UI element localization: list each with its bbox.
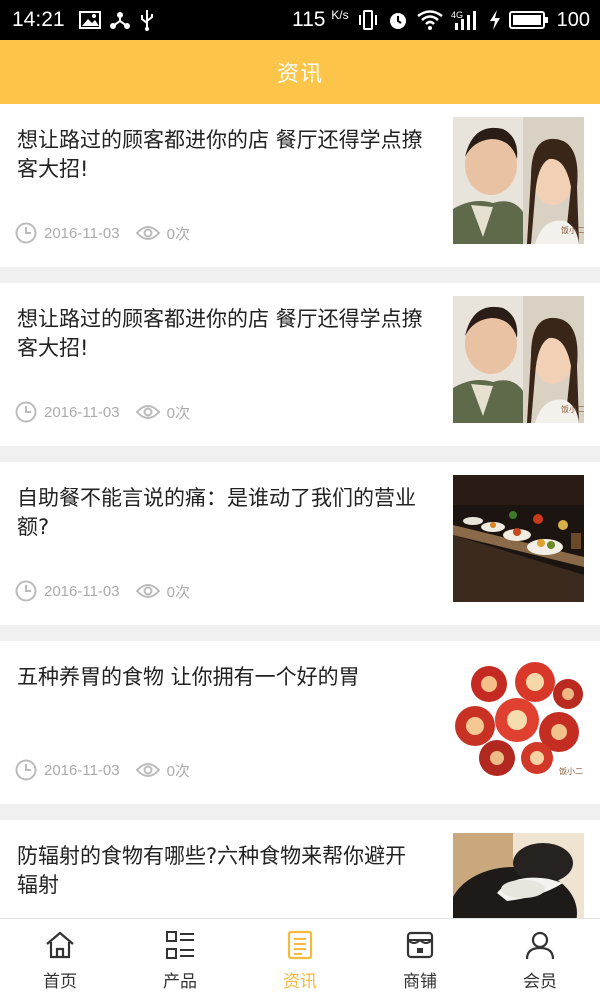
tab-label: 资讯 [283, 972, 317, 992]
tab-news[interactable]: 资讯 [240, 919, 360, 1000]
tab-stores[interactable]: 商铺 [360, 919, 480, 1000]
news-views: 0次 [166, 762, 190, 780]
svg-text:饭小二: 饭小二 [561, 404, 584, 414]
news-title: 五种养胃的食物 让你拥有一个好的胃 [17, 665, 360, 689]
news-icon [287, 930, 313, 960]
news-item[interactable]: 想让路过的顾客都进你的店 餐厅还得学点撩客大招! 2016-11-03 0次 饭… [0, 104, 600, 267]
charging-icon [489, 10, 501, 30]
network-speed: 115 K/s [291, 8, 349, 31]
bottom-tab-bar: 首页 产品 资讯 商铺 会员 [0, 918, 600, 1000]
store-icon [406, 931, 434, 959]
tab-products[interactable]: 产品 [120, 919, 240, 1000]
news-list[interactable]: 想让路过的顾客都进你的店 餐厅还得学点撩客大招! 2016-11-03 0次 饭… [0, 104, 600, 918]
news-date: 2016-11-03 [44, 403, 120, 421]
buffet-photo[interactable] [453, 475, 584, 602]
eye-icon [135, 584, 160, 598]
status-time: 14:21 [12, 8, 65, 31]
home-icon [46, 931, 74, 959]
svg-text:饭小二: 饭小二 [561, 225, 584, 235]
svg-text:饭小二: 饭小二 [559, 766, 583, 776]
tab-home[interactable]: 首页 [0, 919, 120, 1000]
couple-photo[interactable]: 饭小二 [453, 296, 584, 423]
tab-label: 产品 [163, 972, 197, 992]
usb-icon [139, 9, 155, 31]
news-title: 想让路过的顾客都进你的店 餐厅还得学点撩客大招! [17, 128, 423, 181]
svg-text:4G: 4G [451, 10, 463, 20]
news-views: 0次 [166, 583, 190, 601]
eye-icon [135, 405, 160, 419]
image-notification-icon [78, 11, 101, 29]
hawthorn-photo[interactable]: 饭小二 [453, 654, 584, 781]
status-bar: 14:21 115 K/s 4G 100 [0, 0, 600, 40]
page-title: 资讯 [276, 62, 323, 87]
sesame-photo[interactable] [453, 833, 584, 918]
tab-member[interactable]: 会员 [480, 919, 600, 1000]
news-item[interactable]: 想让路过的顾客都进你的店 餐厅还得学点撩客大招! 2016-11-03 0次 饭… [0, 283, 600, 446]
page-header: 资讯 [0, 40, 600, 104]
news-date: 2016-11-03 [44, 582, 120, 600]
eye-icon [135, 226, 160, 240]
news-views: 0次 [166, 404, 190, 422]
clock-icon [15, 401, 37, 423]
share-notification-icon [109, 10, 131, 30]
tab-label: 商铺 [403, 972, 437, 992]
news-title: 自助餐不能言说的痛：是谁动了我们的营业额? [17, 486, 416, 539]
news-meta: 2016-11-03 0次 [15, 222, 190, 244]
news-title: 想让路过的顾客都进你的店 餐厅还得学点撩客大招! [17, 307, 423, 360]
news-item[interactable]: 自助餐不能言说的痛：是谁动了我们的营业额? 2016-11-03 0次 [0, 462, 600, 625]
news-title: 防辐射的食物有哪些?六种食物来帮你避开辐射 [17, 844, 407, 897]
news-meta: 2016-11-03 0次 [15, 580, 190, 602]
battery-icon [508, 10, 549, 30]
news-meta: 2016-11-03 0次 [15, 401, 190, 423]
user-icon [525, 931, 555, 960]
couple-photo[interactable]: 饭小二 [453, 117, 584, 244]
news-item[interactable]: 五种养胃的食物 让你拥有一个好的胃 2016-11-03 0次 饭小二 [0, 641, 600, 804]
battery-percent: 100 [556, 8, 590, 31]
news-views: 0次 [166, 225, 190, 243]
eye-icon [135, 763, 160, 777]
vibrate-icon [357, 9, 379, 31]
clock-icon [15, 580, 37, 602]
wifi-icon [416, 10, 443, 30]
tab-label: 会员 [523, 972, 557, 992]
alarm-icon [387, 9, 409, 31]
news-date: 2016-11-03 [44, 761, 120, 779]
news-date: 2016-11-03 [44, 224, 120, 242]
news-meta: 2016-11-03 0次 [15, 759, 190, 781]
signal-4g-icon: 4G [451, 9, 481, 31]
clock-icon [15, 222, 37, 244]
tab-label: 首页 [43, 972, 77, 992]
news-item[interactable]: 防辐射的食物有哪些?六种食物来帮你避开辐射 [0, 820, 600, 918]
clock-icon [15, 759, 37, 781]
grid-list-icon [166, 931, 194, 959]
